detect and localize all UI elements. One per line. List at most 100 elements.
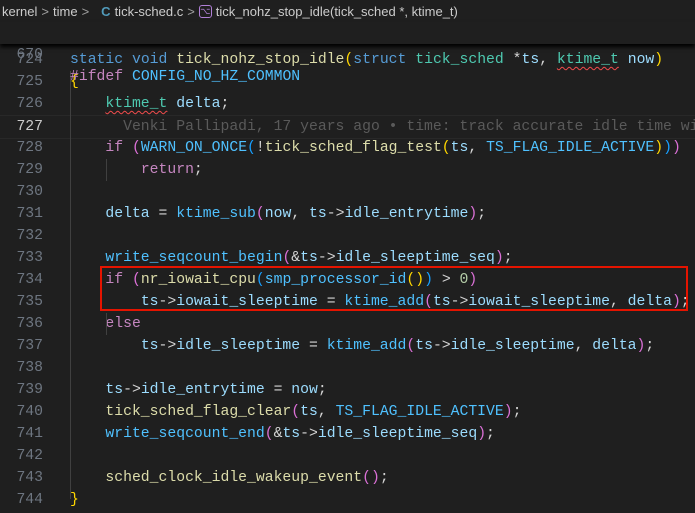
- highlight-box: [100, 266, 688, 311]
- code-token: ): [370, 470, 380, 486]
- line-number: 742: [16, 448, 43, 464]
- code-token: (: [362, 470, 371, 486]
- code-text: delta = ktime_sub(now, ts->idle_entrytim…: [70, 203, 486, 225]
- code-token: ktime_sub: [176, 206, 256, 222]
- code-token: idle_sleeptime: [450, 338, 575, 354]
- code-line[interactable]: 729 return;: [0, 159, 695, 181]
- line-number: 670: [16, 47, 43, 63]
- code-token: ): [503, 404, 513, 420]
- code-token: =: [149, 206, 177, 222]
- code-line[interactable]: 737 ts->idle_sleeptime = ktime_add(ts->i…: [0, 335, 695, 357]
- code-token: now: [627, 52, 655, 68]
- line-number: 736: [16, 316, 43, 332]
- code-token: ->: [300, 426, 318, 442]
- code-token: ): [671, 140, 681, 156]
- code-line-current[interactable]: 727 Venki Pallipadi, 17 years ago • time…: [0, 115, 695, 139]
- code-text: write_seqcount_end(&ts->idle_sleeptime_s…: [70, 423, 495, 445]
- line-number: 741: [16, 426, 43, 442]
- code-token: if: [105, 140, 132, 156]
- code-text: ts->idle_entrytime = now;: [70, 379, 326, 401]
- code-token: ,: [317, 404, 336, 420]
- code-token: =: [264, 382, 292, 398]
- code-token: delta: [176, 96, 221, 112]
- code-token: CONFIG_NO_HZ_COMMON: [131, 69, 301, 85]
- code-token: (: [406, 338, 416, 354]
- code-line[interactable]: 744}: [0, 489, 695, 511]
- code-token: &: [291, 250, 301, 266]
- indent-guide: [70, 71, 71, 499]
- code-line[interactable]: 739 ts->idle_entrytime = now;: [0, 379, 695, 401]
- code-token: idle_sleeptime_seq: [335, 250, 495, 266]
- code-line[interactable]: 743 sched_clock_idle_wakeup_event();: [0, 467, 695, 489]
- line-number: 732: [16, 228, 43, 244]
- line-number: 729: [16, 162, 43, 178]
- code-token: ;: [503, 250, 513, 266]
- code-token: ): [477, 426, 487, 442]
- line-number: 743: [16, 470, 43, 486]
- code-token: ts: [105, 382, 124, 398]
- line-number: 726: [16, 96, 43, 112]
- chevron-right-icon: >: [187, 3, 195, 19]
- code-token: TS_FLAG_IDLE_ACTIVE: [335, 404, 504, 420]
- code-text: ktime_t delta;: [70, 93, 229, 115]
- code-token: tick_sched: [415, 52, 513, 68]
- code-line[interactable]: 736 else: [0, 313, 695, 335]
- code-line[interactable]: 732: [0, 225, 695, 247]
- code-token: (: [291, 404, 301, 420]
- code-token: ;: [486, 426, 495, 442]
- indent-guide: [106, 313, 107, 335]
- code-token: now: [291, 382, 318, 398]
- breadcrumb-symbol[interactable]: tick_nohz_stop_idle(tick_sched *, ktime_…: [216, 4, 458, 19]
- code-token: ts: [415, 338, 433, 354]
- code-token: ): [468, 206, 478, 222]
- code-token: ->: [326, 206, 345, 222]
- line-number: 744: [16, 492, 43, 508]
- code-token: sched_clock_idle_wakeup_event: [105, 470, 363, 486]
- line-number: 740: [16, 404, 43, 420]
- code-token: ;: [512, 404, 522, 420]
- code-token: idle_sleeptime_seq: [317, 426, 478, 442]
- code-text: #ifdef CONFIG_NO_HZ_COMMON: [70, 66, 300, 88]
- breadcrumb-file[interactable]: tick-sched.c: [115, 4, 184, 19]
- breadcrumb-folder-kernel[interactable]: kernel: [2, 4, 37, 19]
- line-number: 737: [16, 338, 43, 354]
- line-number: 739: [16, 382, 43, 398]
- breadcrumb: kernel > time > C tick-sched.c > ⌥ tick_…: [0, 0, 695, 22]
- code-line[interactable]: 730: [0, 181, 695, 203]
- code-line[interactable]: 741 write_seqcount_end(&ts->idle_sleepti…: [0, 423, 695, 445]
- line-number: 735: [16, 294, 43, 310]
- code-line[interactable]: 738: [0, 357, 695, 379]
- code-token: ;: [379, 470, 389, 486]
- breadcrumb-folder-time[interactable]: time: [53, 4, 78, 19]
- code-token: (: [247, 140, 256, 156]
- code-token: ,: [574, 338, 593, 354]
- code-token: (: [255, 206, 265, 222]
- sticky-scroll-line[interactable]: 670 #ifdef CONFIG_NO_HZ_COMMON: [0, 22, 695, 85]
- code-line[interactable]: 740 tick_sched_flag_clear(ts, TS_FLAG_ID…: [0, 401, 695, 423]
- indent-guide: [106, 159, 107, 181]
- code-token: ;: [645, 338, 655, 354]
- code-token: ,: [468, 140, 487, 156]
- code-token: ;: [477, 206, 487, 222]
- code-token: delta: [105, 206, 150, 222]
- code-line[interactable]: 742: [0, 445, 695, 467]
- code-token: write_seqcount_end: [105, 426, 265, 442]
- code-line[interactable]: 726 ktime_t delta;: [0, 93, 695, 115]
- code-line[interactable]: 731 delta = ktime_sub(now, ts->idle_entr…: [0, 203, 695, 225]
- line-number: 733: [16, 250, 43, 266]
- code-token: ): [663, 140, 672, 156]
- code-token: TS_FLAG_IDLE_ACTIVE: [486, 140, 655, 156]
- code-token: ts: [300, 250, 318, 266]
- line-number: 738: [16, 360, 43, 376]
- code-line[interactable]: 728 if (WARN_ON_ONCE(!tick_sched_flag_te…: [0, 137, 695, 159]
- code-token: idle_sleeptime: [176, 338, 301, 354]
- code-token: (: [344, 52, 354, 68]
- code-token: idle_entrytime: [140, 382, 265, 398]
